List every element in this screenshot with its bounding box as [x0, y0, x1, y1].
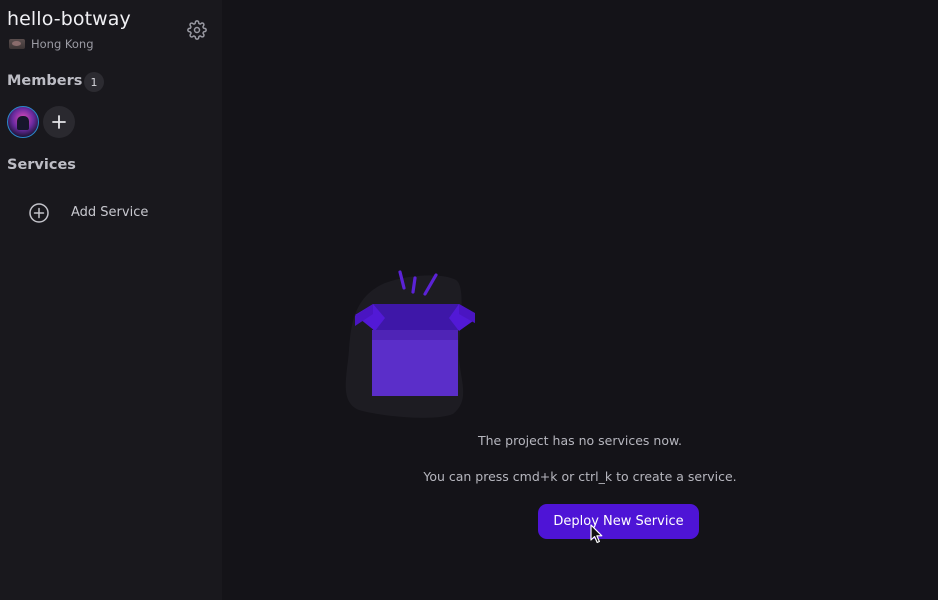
members-heading: Members	[7, 73, 83, 89]
mouse-pointer-icon	[590, 524, 603, 544]
add-member-button[interactable]	[43, 106, 75, 138]
add-service-label[interactable]: Add Service	[71, 205, 148, 220]
empty-state-message: The project has no services now.	[477, 433, 683, 448]
region-flag-icon	[9, 39, 25, 49]
sidebar: hello-botway Hong Kong Members 1 Service…	[0, 0, 222, 600]
plus-circle-icon	[29, 203, 49, 223]
add-service-button[interactable]	[28, 202, 50, 224]
members-count-badge: 1	[84, 72, 104, 92]
project-region: Hong Kong	[9, 37, 94, 51]
add-icon	[52, 115, 66, 129]
deploy-new-service-button[interactable]: Deploy New Service	[538, 504, 699, 539]
region-label: Hong Kong	[31, 37, 94, 51]
open-box-icon	[345, 270, 475, 418]
project-title: hello-botway	[7, 8, 131, 30]
empty-state-hint: You can press cmd+k or ctrl_k to create …	[423, 469, 737, 484]
services-heading: Services	[7, 157, 76, 173]
member-avatar[interactable]	[7, 106, 39, 138]
settings-gear-icon[interactable]	[187, 20, 207, 40]
